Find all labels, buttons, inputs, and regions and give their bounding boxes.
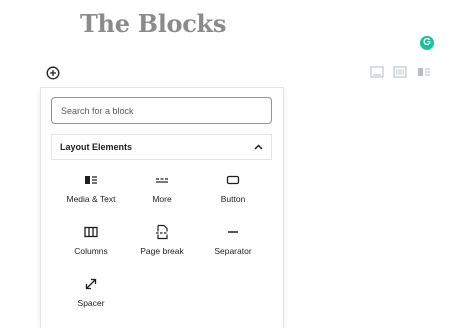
block-search-input[interactable] (51, 97, 272, 124)
block-columns[interactable]: Columns (56, 218, 126, 264)
block-inserter-popover: Layout Elements Media & Text More Button (40, 87, 284, 328)
spacer-icon (85, 278, 97, 290)
columns-icon (84, 226, 98, 238)
block-more[interactable]: More (127, 166, 197, 212)
block-label: Media & Text (66, 194, 116, 204)
block-media-text[interactable]: Media & Text (56, 166, 126, 212)
grammarly-icon[interactable]: G (420, 36, 434, 50)
block-separator[interactable]: Separator (198, 218, 268, 264)
media-text-icon (85, 176, 97, 184)
add-block-icon[interactable] (46, 66, 60, 80)
block-spacer[interactable]: Spacer (56, 270, 126, 316)
chevron-up-icon (254, 144, 263, 150)
media-text-icon[interactable] (417, 66, 431, 78)
block-label: Columns (74, 246, 108, 256)
gallery-icon[interactable] (393, 66, 407, 78)
image-icon[interactable] (370, 66, 384, 78)
button-icon (226, 175, 240, 185)
block-label: Spacer (77, 298, 105, 308)
layout-elements-panel-toggle[interactable]: Layout Elements (51, 134, 272, 160)
block-page-break[interactable]: Page break (127, 218, 197, 264)
more-icon (156, 178, 168, 183)
separator-icon (228, 231, 238, 233)
page-break-icon (156, 224, 168, 240)
block-label: More (152, 194, 172, 204)
block-label: Button (220, 194, 246, 204)
block-label: Separator (214, 246, 252, 256)
block-button[interactable]: Button (198, 166, 268, 212)
panel-title: Layout Elements (60, 142, 133, 152)
block-label: Page break (140, 246, 184, 256)
post-title[interactable]: The Blocks (80, 9, 226, 38)
